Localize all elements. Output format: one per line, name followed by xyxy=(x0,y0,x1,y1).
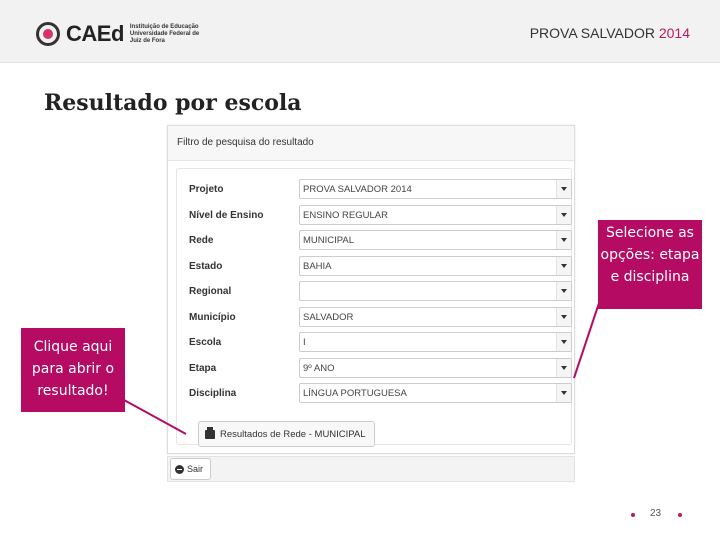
footer-dot xyxy=(631,513,635,517)
callout-open-result: Clique aqui para abrir o resultado! xyxy=(21,328,125,412)
slide-number: 23 xyxy=(650,508,662,519)
right-callout-arrow xyxy=(573,299,601,379)
left-callout-arrow xyxy=(123,399,187,435)
callout-select-options: Selecione as opções: etapa e disciplina xyxy=(598,220,702,309)
footer-dot xyxy=(678,513,682,517)
